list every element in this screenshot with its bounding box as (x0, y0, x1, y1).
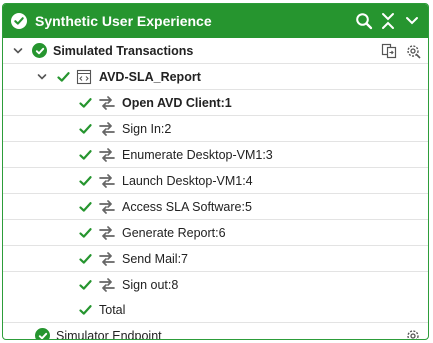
report-label: AVD-SLA_Report (99, 69, 201, 84)
collapse-icon[interactable] (378, 10, 398, 32)
panel-header: Synthetic User Experience (3, 4, 428, 38)
synthetic-ux-panel: Synthetic User Experience Simulated Tran… (2, 3, 429, 340)
check-icon (78, 252, 92, 266)
total-label: Total (99, 302, 126, 317)
step-label: Generate Report:6 (122, 225, 226, 240)
step-label: Launch Desktop-VM1:4 (122, 173, 253, 188)
transaction-arrows-icon (98, 277, 116, 292)
check-icon (78, 278, 92, 292)
header-tools (354, 10, 422, 32)
check-icon (78, 96, 92, 110)
step-label: Enumerate Desktop-VM1:3 (122, 147, 273, 162)
check-icon (78, 148, 92, 162)
check-icon (78, 200, 92, 214)
step-list: Open AVD Client:1 Sign In:2 Enumerate Desk… (3, 90, 428, 297)
tree-row-simulator-endpoint[interactable]: Simulator Endpoint (3, 323, 428, 340)
tree-row-step[interactable]: Sign out:8 (3, 272, 428, 297)
code-page-icon (75, 68, 93, 86)
transaction-arrows-icon (98, 95, 116, 110)
tree-row-step[interactable]: Sign In:2 (3, 116, 428, 142)
tree-row-report[interactable]: AVD-SLA_Report (3, 64, 428, 90)
check-icon (78, 122, 92, 136)
step-label: Sign In:2 (122, 121, 172, 136)
transaction-arrows-icon (98, 147, 116, 162)
tree-row-step[interactable]: Open AVD Client:1 (3, 90, 428, 116)
search-icon[interactable] (354, 10, 374, 32)
expand-chevron-icon[interactable] (12, 45, 24, 57)
status-ok-icon (32, 43, 47, 58)
transaction-arrows-icon (98, 199, 116, 214)
settings-gear-icon[interactable] (404, 42, 422, 60)
tree-row-step[interactable]: Generate Report:6 (3, 220, 428, 246)
check-icon (78, 303, 92, 317)
status-ok-icon (35, 328, 50, 339)
step-label: Open AVD Client:1 (122, 95, 232, 110)
endpoint-actions (404, 327, 422, 339)
transaction-arrows-icon (98, 173, 116, 188)
panel-title: Synthetic User Experience (35, 13, 212, 29)
expand-chevron-icon[interactable] (36, 71, 48, 83)
check-circle-icon (11, 13, 27, 29)
group-actions (380, 42, 422, 60)
transaction-arrows-icon (98, 251, 116, 266)
step-label: Send Mail:7 (122, 251, 189, 266)
settings-gear-icon[interactable] (404, 327, 422, 339)
check-icon (56, 70, 70, 84)
check-icon (78, 226, 92, 240)
step-label: Sign out:8 (122, 277, 179, 292)
group-label: Simulated Transactions (53, 43, 194, 58)
tree-row-step[interactable]: Access SLA Software:5 (3, 194, 428, 220)
transaction-arrows-icon (98, 225, 116, 240)
tree-row-simulated-transactions[interactable]: Simulated Transactions (3, 38, 428, 64)
check-icon (78, 174, 92, 188)
step-label: Access SLA Software:5 (122, 199, 252, 214)
tree-row-step[interactable]: Send Mail:7 (3, 246, 428, 272)
tree-row-step[interactable]: Launch Desktop-VM1:4 (3, 168, 428, 194)
transaction-arrows-icon (98, 121, 116, 136)
endpoint-label: Simulator Endpoint (56, 328, 162, 340)
copy-page-icon[interactable] (380, 42, 398, 60)
chevron-down-icon[interactable] (402, 10, 422, 32)
tree-row-step[interactable]: Enumerate Desktop-VM1:3 (3, 142, 428, 168)
tree-row-total[interactable]: Total (3, 297, 428, 323)
